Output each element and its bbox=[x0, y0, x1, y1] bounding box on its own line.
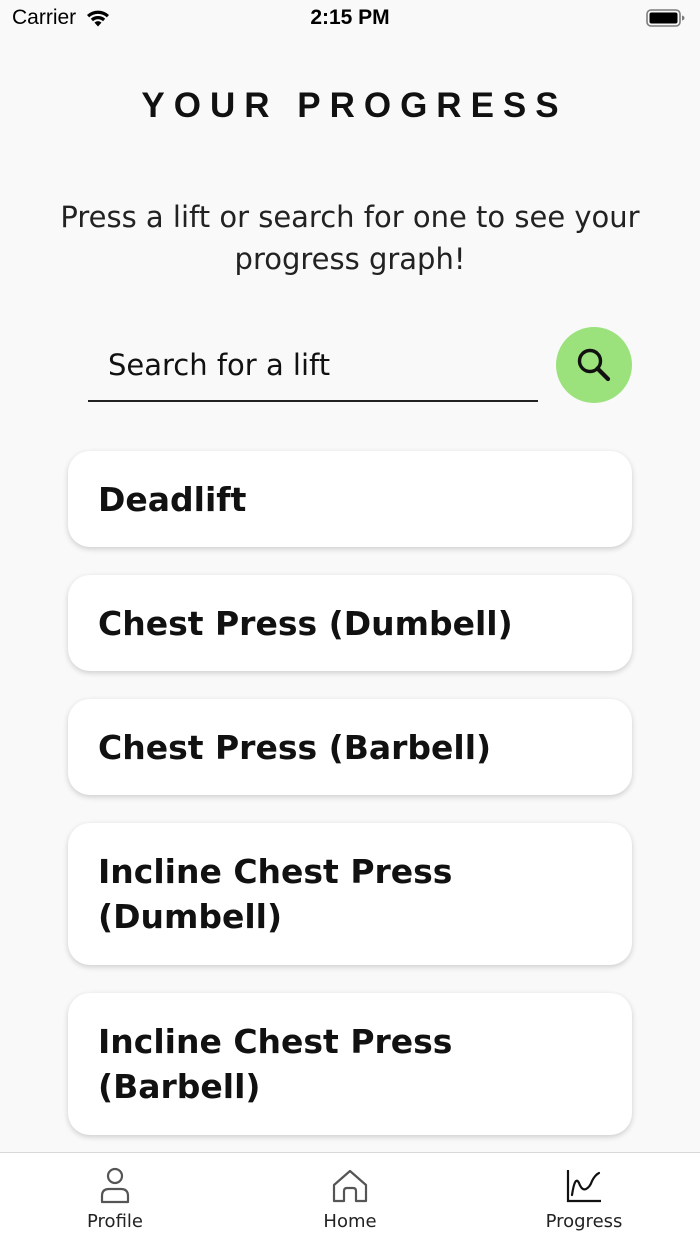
page-title: YOUR PROGRESS bbox=[141, 86, 568, 125]
search-icon bbox=[577, 348, 611, 382]
search-button[interactable] bbox=[556, 327, 632, 403]
lift-item-chest-press-dumbell[interactable]: Chest Press (Dumbell) bbox=[68, 575, 632, 671]
lift-item-label: Incline Chest Press (Barbell) bbox=[98, 1022, 453, 1106]
chart-icon bbox=[566, 1170, 601, 1203]
lift-item-label: Chest Press (Dumbell) bbox=[98, 603, 513, 643]
clock: 2:15 PM bbox=[310, 6, 390, 29]
lift-item-label: Incline Chest Press (Dumbell) bbox=[98, 852, 453, 936]
tab-label: Progress bbox=[545, 1211, 623, 1232]
lift-item-chest-press-barbell[interactable]: Chest Press (Barbell) bbox=[68, 699, 632, 795]
lift-list: Deadlift Chest Press (Dumbell) Chest Pre… bbox=[68, 451, 632, 1163]
lift-item-label: Chest Press (Barbell) bbox=[98, 727, 492, 767]
tab-label: Home bbox=[323, 1211, 377, 1232]
lift-item-deadlift[interactable]: Deadlift bbox=[68, 451, 632, 547]
lift-item-label: Deadlift bbox=[98, 479, 247, 519]
lift-item-incline-chest-press-barbell[interactable]: Incline Chest Press (Barbell) bbox=[68, 993, 632, 1135]
tab-bar: Profile Home Progress bbox=[0, 1152, 700, 1245]
tab-label: Profile bbox=[87, 1211, 143, 1232]
lift-item-incline-chest-press-dumbell[interactable]: Incline Chest Press (Dumbell) bbox=[68, 823, 632, 965]
instructions-text: Press a lift or search for one to see yo… bbox=[60, 200, 640, 276]
status-bar: Carrier 2:15 PM bbox=[0, 0, 700, 40]
tab-profile[interactable]: Profile bbox=[25, 1153, 205, 1245]
search-input[interactable] bbox=[88, 330, 538, 402]
home-icon bbox=[332, 1169, 368, 1203]
battery-icon bbox=[646, 9, 685, 27]
tab-progress[interactable]: Progress bbox=[494, 1153, 674, 1245]
person-icon bbox=[100, 1167, 130, 1204]
tab-home[interactable]: Home bbox=[260, 1153, 440, 1245]
